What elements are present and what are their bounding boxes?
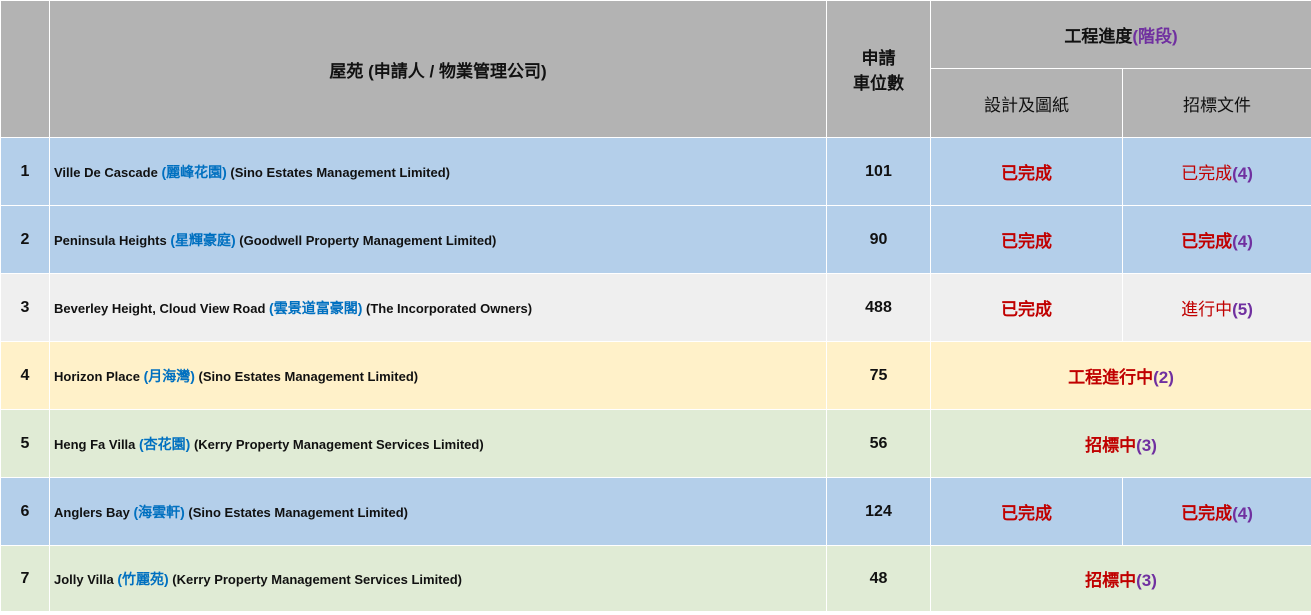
table-row: 1 Ville De Cascade (麗峰花園) (Sino Estates … [0,137,1311,206]
estate-manager: (The Incorporated Owners) [362,300,533,316]
merged-status-cell: 工程進行中(2) [929,341,1311,410]
merged-status: 招標中 [1085,436,1137,455]
parking-count: 101 [826,137,931,206]
estate-manager: (Sino Estates Management Limited) [226,164,450,180]
parking-count: 124 [826,477,931,546]
table-row: 6 Anglers Bay (海雲軒) (Sino Estates Manage… [0,477,1311,546]
estate-name: Jolly Villa (竹麗苑) (Kerry Property Manage… [49,545,827,612]
tender-status-cell: 進行中(5) [1121,273,1311,342]
progress-header-label: 工程進度 [1064,27,1133,46]
estate-name-zh: (雲景道富豪閣) [269,299,363,316]
estate-name: Ville De Cascade (麗峰花園) (Sino Estates Ma… [49,137,827,206]
estate-name-zh: (竹麗苑) [117,570,169,587]
design-status: 已完成 [930,273,1123,342]
estate-name-zh: (月海灣) [143,367,195,384]
progress-table: 屋苑 (申請人 / 物業管理公司) 申請 車位數 工程進度(階段) 設計及圖紙 … [0,0,1311,612]
estate-manager: (Goodwell Property Management Limited) [235,232,497,248]
estate-name: Anglers Bay (海雲軒) (Sino Estates Manageme… [49,477,827,546]
estate-manager: (Sino Estates Management Limited) [184,504,409,520]
tender-stage: (4) [1232,504,1253,523]
tender-stage: (5) [1232,300,1253,319]
row-number: 7 [0,545,50,612]
parking-count: 56 [826,409,931,478]
estate-name-en: Jolly Villa [54,571,118,587]
row-number: 2 [0,205,50,274]
merged-status-cell: 招標中(3) [929,545,1311,612]
parking-count-header-line1: 申請 [861,49,896,68]
estate-name-en: Peninsula Heights [54,232,171,248]
table-row: 2 Peninsula Heights (星輝豪庭) (Goodwell Pro… [0,205,1311,274]
parking-count-header: 申請 車位數 [826,0,931,138]
merged-stage: (3) [1136,571,1157,590]
estate-name: Heng Fa Villa (杏花園) (Kerry Property Mana… [49,409,827,478]
estate-name-en: Horizon Place [54,368,144,384]
design-status: 已完成 [930,477,1123,546]
parking-count: 488 [826,273,931,342]
parking-count-header-line2: 車位數 [853,74,904,93]
estate-manager: (Kerry Property Management Services Limi… [168,571,463,587]
estate-name-en: Beverley Height, Cloud View Road [54,300,270,316]
progress-stage-label: (階段) [1132,27,1178,46]
estate-name-en: Heng Fa Villa [54,436,140,452]
progress-header: 工程進度(階段) [929,0,1311,69]
row-number: 1 [0,137,50,206]
row-number: 6 [0,477,50,546]
tender-status: 已完成 [1181,164,1233,183]
table-row: 3 Beverley Height, Cloud View Road (雲景道富… [0,273,1311,342]
estate-name-zh: (星輝豪庭) [170,231,236,248]
estate-name-en: Ville De Cascade [54,164,162,180]
estate-name: Horizon Place (月海灣) (Sino Estates Manage… [49,341,827,410]
merged-status-cell: 招標中(3) [929,409,1311,478]
tender-stage: (4) [1232,232,1253,251]
estate-name: Beverley Height, Cloud View Road (雲景道富豪閣… [49,273,827,342]
design-status: 已完成 [930,205,1123,274]
tender-status-cell: 已完成(4) [1121,205,1311,274]
tender-status: 已完成 [1181,232,1233,251]
tender-status-cell: 已完成(4) [1121,477,1311,546]
parking-count: 90 [826,205,931,274]
index-header [0,0,50,138]
estate-name-zh: (海雲軒) [133,503,185,520]
estate-manager: (Kerry Property Management Services Limi… [190,436,484,452]
row-number: 3 [0,273,50,342]
merged-stage: (2) [1153,368,1174,387]
design-header: 設計及圖紙 [930,68,1123,138]
merged-status: 招標中 [1085,571,1137,590]
tender-header: 招標文件 [1121,68,1311,138]
merged-status: 工程進行中 [1068,368,1154,387]
design-status: 已完成 [930,137,1123,206]
merged-stage: (3) [1136,436,1157,455]
tender-status: 進行中 [1181,300,1233,319]
parking-count: 75 [826,341,931,410]
estate-manager: (Sino Estates Management Limited) [194,368,419,384]
estate-name-en: Anglers Bay [54,504,134,520]
tender-stage: (4) [1232,164,1253,183]
estate-name-zh: (杏花園) [139,435,191,452]
row-number: 4 [0,341,50,410]
estate-name: Peninsula Heights (星輝豪庭) (Goodwell Prope… [49,205,827,274]
row-number: 5 [0,409,50,478]
estate-header: 屋苑 (申請人 / 物業管理公司) [49,0,827,138]
tender-status-cell: 已完成(4) [1121,137,1311,206]
table-row: 7 Jolly Villa (竹麗苑) (Kerry Property Mana… [0,545,1311,612]
tender-status: 已完成 [1181,504,1233,523]
table-row: 4 Horizon Place (月海灣) (Sino Estates Mana… [0,341,1311,410]
parking-count: 48 [826,545,931,612]
estate-name-zh: (麗峰花園) [161,163,227,180]
table-row: 5 Heng Fa Villa (杏花園) (Kerry Property Ma… [0,409,1311,478]
